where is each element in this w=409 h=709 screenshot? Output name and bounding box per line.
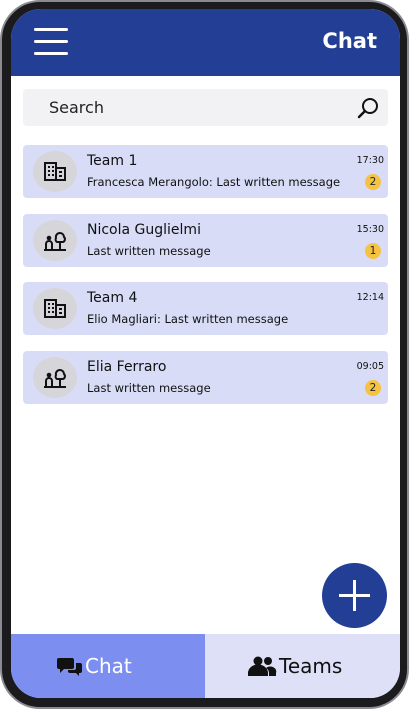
avatar — [33, 151, 77, 192]
avatar — [33, 220, 77, 261]
chat-list-item[interactable]: Team 1 Francesca Merangolo: Last written… — [23, 145, 388, 198]
plus-icon — [339, 580, 370, 611]
avatar — [33, 357, 77, 398]
search-input[interactable] — [23, 89, 343, 126]
chat-time: 17:30 — [356, 155, 384, 166]
chat-time: 15:30 — [356, 224, 384, 235]
chat-last-message: Last written message — [87, 244, 211, 258]
building-icon — [44, 299, 66, 318]
app-header: Chat — [11, 9, 400, 76]
chat-name: Team 1 — [87, 153, 138, 169]
people-icon — [248, 656, 277, 676]
chat-list-item[interactable]: Nicola Guglielmi Last written message 15… — [23, 214, 388, 267]
chat-bubbles-icon — [57, 658, 82, 676]
app-screen: Chat Search Team 1 Francesca Merangolo: … — [11, 9, 400, 698]
menu-icon[interactable] — [34, 28, 68, 56]
phone-frame: Chat Search Team 1 Francesca Merangolo: … — [0, 0, 409, 709]
bottom-tab-bar: Chat Teams — [11, 634, 400, 698]
chat-time: 12:14 — [356, 292, 384, 303]
chat-last-message: Elio Magliari: Last written message — [87, 312, 289, 326]
building-icon — [44, 162, 66, 181]
search-bar — [23, 89, 388, 126]
unread-badge: 2 — [365, 380, 381, 396]
chat-time: 09:05 — [356, 361, 384, 372]
chat-name: Elia Ferraro — [87, 359, 167, 375]
person-tree-icon — [44, 232, 66, 251]
page-title: Chat — [322, 29, 377, 53]
tab-chat[interactable]: Chat — [11, 634, 205, 698]
tab-teams-label: Teams — [279, 654, 343, 678]
avatar — [33, 288, 77, 329]
unread-badge: 2 — [365, 174, 381, 190]
chat-last-message: Francesca Merangolo: Last written messag… — [87, 175, 341, 189]
chat-list-item[interactable]: Team 4 Elio Magliari: Last written messa… — [23, 282, 388, 335]
chat-name: Team 4 — [87, 290, 138, 306]
unread-badge: 1 — [365, 243, 381, 259]
person-tree-icon — [44, 369, 66, 388]
chat-list-item[interactable]: Elia Ferraro Last written message 09:05 … — [23, 351, 388, 404]
new-chat-button[interactable] — [322, 563, 387, 628]
search-icon[interactable] — [356, 96, 380, 120]
chat-name: Nicola Guglielmi — [87, 222, 201, 238]
chat-last-message: Last written message — [87, 381, 211, 395]
tab-chat-label: Chat — [85, 654, 132, 678]
tab-teams[interactable]: Teams — [205, 634, 400, 698]
